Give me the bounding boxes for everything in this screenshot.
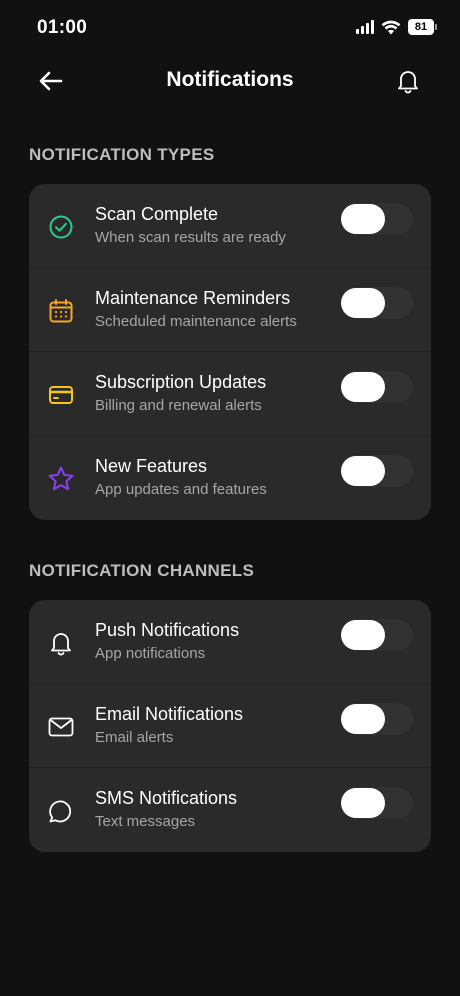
item-title: Email Notifications [95, 704, 244, 724]
sms-notifications-toggle[interactable] [341, 787, 413, 819]
notification-channels-card: Push Notifications App notifications Ema… [29, 600, 431, 852]
section-title-notification-types: NOTIFICATION TYPES [29, 145, 215, 164]
item-title: Subscription Updates [95, 372, 267, 392]
new-features-toggle[interactable] [341, 455, 413, 487]
item-title: Maintenance Reminders [95, 288, 291, 308]
status-time: 01:00 [37, 17, 88, 38]
item-title: Scan Complete [95, 204, 219, 224]
item-subtitle: Scheduled maintenance alerts [95, 313, 297, 330]
cellular-signal-icon [356, 20, 374, 34]
list-item-sms-notifications: SMS Notifications Text messages [29, 768, 431, 852]
item-subtitle: App updates and features [95, 481, 267, 498]
wifi-icon [381, 20, 401, 34]
scan-complete-toggle[interactable] [341, 203, 413, 235]
toggle-knob [341, 456, 385, 486]
list-item-maintenance-reminders: Maintenance Reminders Scheduled maintena… [29, 268, 431, 352]
item-title: New Features [95, 456, 208, 476]
list-item-scan-complete: Scan Complete When scan results are read… [29, 184, 431, 268]
battery-icon: 81 [408, 19, 437, 35]
header-bell-button[interactable] [394, 66, 422, 96]
toggle-knob [341, 372, 385, 402]
item-subtitle: When scan results are ready [95, 229, 286, 246]
list-item-email-notifications: Email Notifications Email alerts [29, 684, 431, 768]
status-bar: 01:00 81 [0, 0, 460, 58]
push-notifications-toggle[interactable] [341, 619, 413, 651]
toggle-knob [341, 620, 385, 650]
toggle-knob [341, 788, 385, 818]
toggle-knob [341, 704, 385, 734]
status-icons: 81 [356, 19, 437, 35]
list-item-push-notifications: Push Notifications App notifications [29, 600, 431, 684]
item-title: SMS Notifications [95, 788, 238, 808]
check-circle-icon [47, 213, 75, 241]
toggle-knob [341, 288, 385, 318]
list-item-subscription-updates: Subscription Updates Billing and renewal… [29, 352, 431, 436]
toggle-knob [341, 204, 385, 234]
credit-card-icon [47, 381, 75, 409]
star-icon [47, 465, 75, 493]
calendar-icon [47, 297, 75, 325]
email-notifications-toggle[interactable] [341, 703, 413, 735]
page-title: Notifications [166, 68, 294, 91]
header: Notifications [0, 58, 460, 104]
item-subtitle: Email alerts [95, 729, 174, 746]
maintenance-reminders-toggle[interactable] [341, 287, 413, 319]
item-subtitle: App notifications [95, 645, 206, 662]
section-title-notification-channels: NOTIFICATION CHANNELS [29, 561, 255, 580]
subscription-updates-toggle[interactable] [341, 371, 413, 403]
list-item-new-features: New Features App updates and features [29, 436, 431, 520]
item-subtitle: Text messages [95, 813, 196, 830]
item-subtitle: Billing and renewal alerts [95, 397, 262, 414]
bell-icon [398, 71, 418, 94]
bell-icon [47, 629, 75, 657]
message-circle-icon [47, 797, 75, 825]
item-title: Push Notifications [95, 620, 240, 640]
mail-icon [47, 713, 75, 741]
notification-types-card: Scan Complete When scan results are read… [29, 184, 431, 520]
